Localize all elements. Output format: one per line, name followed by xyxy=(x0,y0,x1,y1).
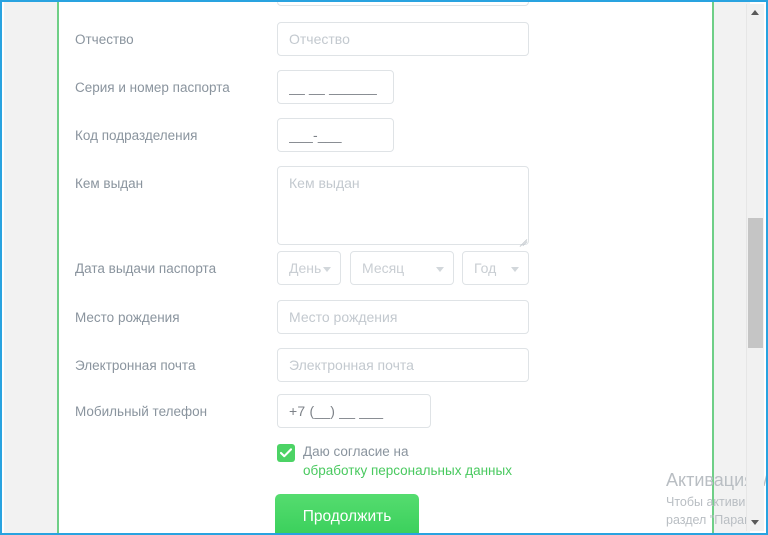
scrollbar-up-button[interactable] xyxy=(747,4,764,21)
page-scrollbar[interactable] xyxy=(746,4,764,531)
issue-date-year-select[interactable]: Год xyxy=(462,251,529,285)
chevron-down-icon xyxy=(436,267,444,272)
label-phone: Мобильный телефон xyxy=(75,404,208,419)
label-passport-number: Серия и номер паспорта xyxy=(75,80,230,95)
submit-continue-button[interactable]: Продолжить xyxy=(275,494,419,533)
checkmark-icon xyxy=(280,448,292,458)
page-gutter-right xyxy=(714,2,750,533)
issued-by-textarea[interactable] xyxy=(277,166,529,245)
label-birthplace: Место рождения xyxy=(75,310,180,325)
scrollbar-down-button[interactable] xyxy=(747,514,764,531)
label-patronymic: Отчество xyxy=(75,32,134,47)
issue-date-month-select[interactable]: Месяц xyxy=(350,251,454,285)
triangle-up-icon xyxy=(751,10,759,15)
chevron-down-icon xyxy=(511,267,519,272)
email-input[interactable] xyxy=(277,348,529,382)
registration-form-card: Отчество Серия и номер паспорта Код подр… xyxy=(59,2,712,533)
label-email: Электронная почта xyxy=(75,358,196,373)
previous-field-partial xyxy=(277,2,529,6)
consent-label: Даю согласие на xyxy=(303,444,409,459)
phone-input[interactable] xyxy=(277,394,431,428)
department-code-input[interactable] xyxy=(277,118,394,152)
label-issue-date: Дата выдачи паспорта xyxy=(75,261,217,276)
birthplace-input[interactable] xyxy=(277,300,529,334)
issue-date-day-value: День xyxy=(289,260,322,276)
patronymic-input[interactable] xyxy=(277,22,529,56)
browser-viewport: Отчество Серия и номер паспорта Код подр… xyxy=(0,0,768,535)
scrollbar-thumb[interactable] xyxy=(748,218,763,348)
label-department-code: Код подразделения xyxy=(75,128,198,143)
consent-checkbox[interactable] xyxy=(277,444,295,462)
issue-date-day-select[interactable]: День xyxy=(277,251,341,285)
label-issued-by: Кем выдан xyxy=(75,176,144,191)
issue-date-month-value: Месяц xyxy=(362,260,405,276)
passport-number-input[interactable] xyxy=(277,70,394,104)
personal-data-policy-link[interactable]: обработку персональных данных xyxy=(303,461,512,480)
triangle-down-icon xyxy=(751,520,759,525)
issue-date-year-value: Год xyxy=(474,260,497,276)
chevron-down-icon xyxy=(323,267,331,272)
page-gutter-left xyxy=(4,2,57,533)
card-edge-rule-right xyxy=(712,2,714,533)
